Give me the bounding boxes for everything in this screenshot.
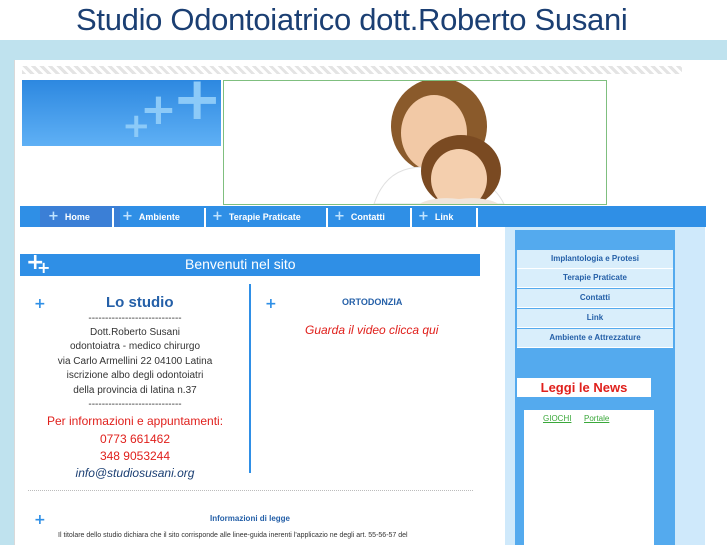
studio-line: Dott.Roberto Susani	[89, 327, 181, 338]
main-nav: + Home + Ambiente + Terapie Praticate + …	[20, 206, 706, 227]
nav-item-label: Terapie Praticate	[228, 211, 301, 222]
legal-title: Informazioni di legge	[210, 514, 291, 523]
plus-icon: +	[212, 209, 223, 224]
site-title: Studio Odontoiatrico dott.Roberto Susani	[76, 2, 628, 37]
phone-number: 0773 661462	[99, 432, 171, 446]
links-box: GIOCHI Portale	[524, 410, 654, 545]
studio-line: via Carlo Armellini 22 04100 Latina	[57, 356, 213, 367]
sidebar-item-ambiente[interactable]: Ambiente e Attrezzature	[517, 329, 673, 348]
news-link[interactable]: Leggi le News	[517, 378, 651, 397]
studio-title: Lo studio	[106, 294, 174, 311]
nav-item-label: Contatti	[350, 211, 385, 222]
women-photo-icon	[373, 81, 505, 204]
appointments-label: Per informazioni e appuntamenti:	[46, 414, 224, 428]
nav-item-label: Ambiente	[138, 211, 180, 222]
sidebar-item-contatti[interactable]: Contatti	[517, 289, 673, 308]
sidebar-item-link[interactable]: Link	[517, 309, 673, 328]
plus-icon: +	[418, 209, 429, 224]
plus-icon: +	[34, 512, 46, 528]
studio-line: iscrizione albo degli odontoiatri	[66, 370, 204, 381]
ortho-title: ORTODONZIA	[342, 297, 403, 307]
plus-icon: +	[122, 209, 133, 224]
column-divider	[249, 284, 251, 473]
studio-line: della provincia di latina n.37	[73, 385, 197, 396]
header: Studio Odontoiatrico dott.Roberto Susani	[0, 0, 727, 40]
welcome-title: Benvenuti nel sito	[185, 256, 296, 272]
studio-separator: ----------------------------	[88, 399, 182, 410]
header-stripe	[22, 66, 682, 74]
plus-icon: +	[172, 80, 221, 134]
portal-link[interactable]: Portale	[584, 414, 609, 423]
mobile-number: 348 9053244	[99, 449, 171, 463]
legal-text: Il titolare dello studio dichiara che il…	[58, 532, 408, 539]
plus-icon: +	[122, 106, 151, 146]
plus-icon: +	[34, 296, 46, 312]
nav-item-terapie[interactable]: + Terapie Praticate	[204, 206, 324, 227]
logo-banner: + + +	[22, 80, 221, 146]
nav-item-home[interactable]: + Home	[40, 206, 120, 227]
plus-icon: +	[334, 209, 345, 224]
sidebar-item-terapie[interactable]: Terapie Praticate	[517, 269, 673, 288]
nav-item-link[interactable]: + Link	[410, 206, 476, 227]
nav-item-label: Link	[434, 211, 454, 222]
plus-icon: +	[48, 209, 59, 224]
nav-item-contatti[interactable]: + Contatti	[326, 206, 410, 227]
email-link[interactable]: info@studiosusani.org	[30, 466, 240, 480]
header-photo	[223, 80, 607, 205]
nav-item-ambiente[interactable]: + Ambiente	[114, 206, 204, 227]
studio-separator: ----------------------------	[88, 313, 182, 324]
nav-separator	[476, 208, 478, 227]
divider	[28, 490, 473, 491]
welcome-bar: + + Benvenuti nel sito	[20, 250, 480, 277]
studio-line: odontoiatra - medico chirurgo	[69, 341, 201, 352]
games-link[interactable]: GIOCHI	[543, 414, 571, 423]
sidebar-item-implantologia[interactable]: Implantologia e Protesi	[517, 250, 673, 269]
nav-item-label: Home	[64, 211, 90, 222]
plus-icon: +	[37, 258, 51, 277]
plus-icon: +	[265, 296, 277, 312]
plus-logo-icon: + +	[20, 250, 54, 277]
video-link[interactable]: Guarda il video clicca qui	[305, 323, 438, 337]
